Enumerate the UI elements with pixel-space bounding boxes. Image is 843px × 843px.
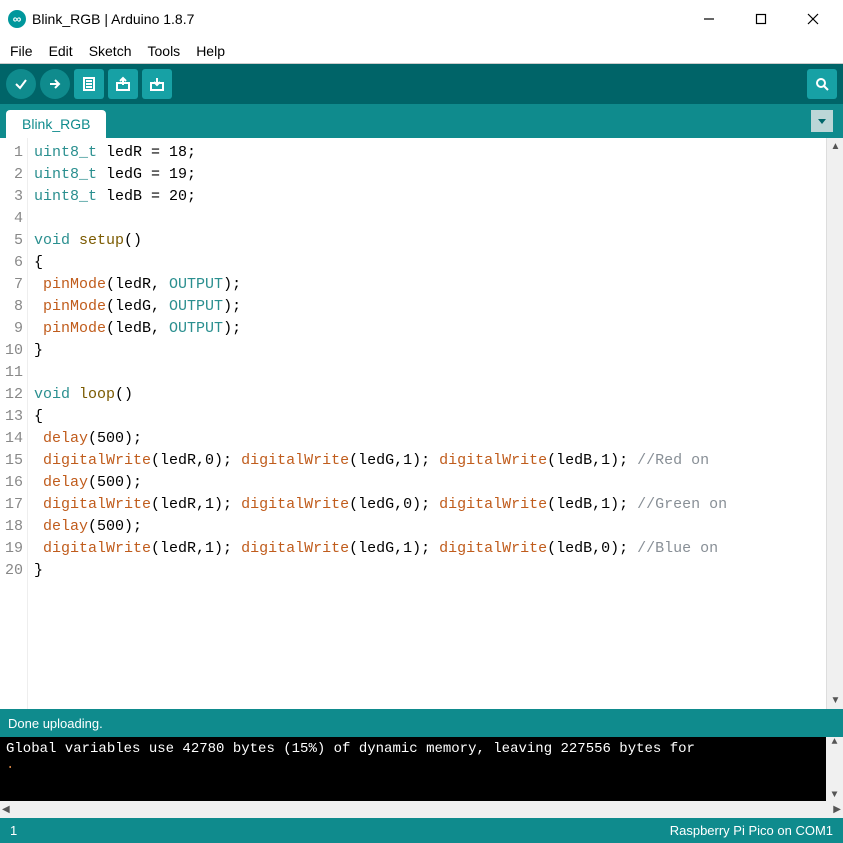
status-bar: Done uploading. (0, 709, 843, 737)
horizontal-scrollbar[interactable]: ◀ ▶ (0, 801, 843, 818)
new-sketch-button[interactable] (74, 69, 104, 99)
bottom-bar: 1 Raspberry Pi Pico on COM1 (0, 818, 843, 843)
line-number-indicator: 1 (10, 823, 17, 838)
menu-tools[interactable]: Tools (142, 41, 187, 61)
menu-sketch[interactable]: Sketch (83, 41, 138, 61)
window-controls (695, 5, 827, 33)
save-sketch-button[interactable] (142, 69, 172, 99)
status-text: Done uploading. (8, 716, 103, 731)
serial-monitor-button[interactable] (807, 69, 837, 99)
menu-file[interactable]: File (4, 41, 39, 61)
line-gutter: 1 2 3 4 5 6 7 8 9 10 11 12 13 14 15 16 1… (0, 138, 28, 709)
editor-vertical-scrollbar[interactable]: ▲ ▼ (826, 138, 843, 709)
console-vertical-scrollbar[interactable]: ▲ ▼ (826, 737, 843, 801)
scroll-left-icon[interactable]: ◀ (2, 804, 10, 815)
console-line-2: . (6, 757, 14, 773)
scroll-down-icon[interactable]: ▼ (827, 692, 843, 709)
scroll-up-icon[interactable]: ▲ (831, 737, 837, 748)
menu-help[interactable]: Help (190, 41, 231, 61)
minimize-button[interactable] (695, 5, 723, 33)
console-line-1: Global variables use 42780 bytes (15%) o… (6, 741, 703, 757)
verify-button[interactable] (6, 69, 36, 99)
editor: 1 2 3 4 5 6 7 8 9 10 11 12 13 14 15 16 1… (0, 138, 843, 709)
board-port-indicator: Raspberry Pi Pico on COM1 (670, 823, 833, 838)
titlebar: Blink_RGB | Arduino 1.8.7 (0, 0, 843, 38)
close-button[interactable] (799, 5, 827, 33)
code-area[interactable]: uint8_t ledR = 18; uint8_t ledG = 19; ui… (28, 138, 826, 709)
tab-menu-button[interactable] (811, 110, 833, 132)
arduino-app-icon (8, 10, 26, 28)
console[interactable]: Global variables use 42780 bytes (15%) o… (0, 737, 843, 801)
scroll-up-icon[interactable]: ▲ (827, 138, 843, 155)
tabstrip: Blink_RGB (0, 104, 843, 138)
scroll-down-icon[interactable]: ▼ (831, 790, 837, 801)
maximize-button[interactable] (747, 5, 775, 33)
toolbar (0, 64, 843, 104)
window-title: Blink_RGB | Arduino 1.8.7 (32, 11, 695, 27)
tab-active[interactable]: Blink_RGB (6, 110, 106, 138)
upload-button[interactable] (40, 69, 70, 99)
menubar: File Edit Sketch Tools Help (0, 38, 843, 64)
menu-edit[interactable]: Edit (43, 41, 79, 61)
scroll-right-icon[interactable]: ▶ (833, 804, 841, 815)
open-sketch-button[interactable] (108, 69, 138, 99)
